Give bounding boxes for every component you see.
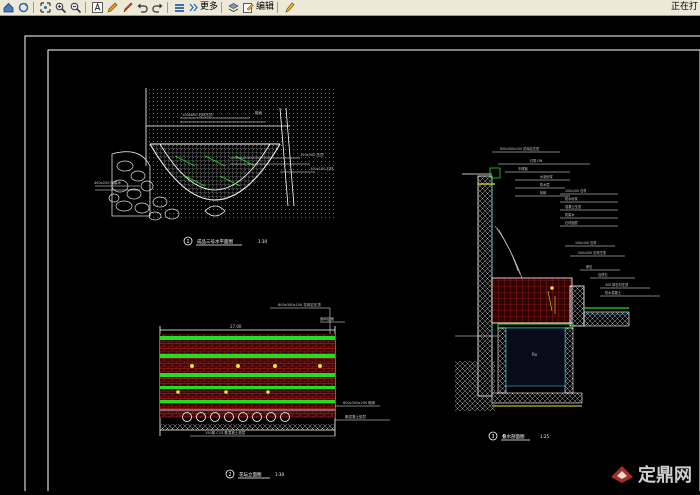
- svg-text:600x300x200 砌体: 600x300x200 砌体: [343, 400, 376, 405]
- watermark-logo-icon: [611, 466, 633, 483]
- undo-icon[interactable]: [136, 1, 149, 14]
- svg-text:600x300x100 花岗岩压顶: 600x300x100 花岗岩压顶: [500, 146, 540, 151]
- svg-text:混凝土压顶: 混凝土压顶: [565, 204, 582, 209]
- svg-text:防水砂浆: 防水砂浆: [565, 196, 579, 201]
- zoom-out-icon[interactable]: [69, 1, 82, 14]
- text-icon[interactable]: [91, 1, 104, 14]
- svg-text:600x300x100 花岗岩压顶: 600x300x100 花岗岩压顶: [278, 302, 321, 307]
- drawing-canvas[interactable]: 100x600 石材压顶 粗面 150x300 压顶 100x100 石材 40…: [0, 16, 700, 495]
- layers-icon[interactable]: [227, 1, 240, 14]
- svg-text:粗面: 粗面: [255, 110, 263, 115]
- toolbar-separator: [277, 2, 279, 13]
- detail-2-elevation: 27.00 600x300x100 花岗岩压顶 面砖贴面 600x300x200…: [159, 302, 390, 479]
- toolbar: 更多 编辑 正在打: [0, 0, 700, 16]
- detail-3-section: Ro 600x300x100 花岗岩压顶 灯带 DN 不锈钢 水泥砂浆 防水层 …: [455, 146, 660, 441]
- svg-text:石材面层: 石材面层: [565, 220, 578, 225]
- home-icon[interactable]: [2, 1, 15, 14]
- svg-text:500x200 石材压顶: 500x200 石材压顶: [578, 250, 607, 255]
- watermark: 定鼎网: [609, 461, 692, 487]
- detail-2-number: 2: [228, 472, 231, 478]
- detail-3-title: 叠水剖面图: [502, 433, 525, 440]
- svg-text:水泥砂浆: 水泥砂浆: [540, 174, 554, 179]
- svg-text:防水混凝土: 防水混凝土: [605, 290, 622, 295]
- toolbar-separator: [167, 2, 168, 13]
- sheet-border-outer: [24, 35, 700, 495]
- more-button-label[interactable]: 更多: [200, 1, 218, 14]
- svg-text:150x300 压顶: 150x300 压顶: [300, 153, 324, 157]
- cad-drawing: 100x600 石材压顶 粗面 150x300 压顶 100x100 石材 40…: [24, 35, 700, 495]
- svg-text:400x200 防腐木: 400x200 防腐木: [94, 180, 122, 185]
- watermark-text: 定鼎网: [638, 465, 692, 486]
- svg-text:Ro: Ro: [532, 352, 538, 357]
- svg-text:灯带 DN: 灯带 DN: [530, 158, 543, 163]
- svg-text:100x100 石材: 100x100 石材: [310, 166, 334, 171]
- svg-text:100x600 石材压顶: 100x600 石材压顶: [182, 112, 213, 117]
- edit-button-label[interactable]: 编辑: [256, 1, 274, 14]
- svg-text:防腐木: 防腐木: [565, 212, 575, 217]
- detail-2-title: 花坛立面图: [239, 471, 262, 478]
- svg-text:100x100 石材: 100x100 石材: [565, 188, 587, 193]
- more-icon[interactable]: [188, 1, 199, 14]
- svg-text:防水层: 防水层: [540, 182, 550, 187]
- detail-1-scale: 1:30: [258, 239, 267, 244]
- edit-icon[interactable]: [242, 1, 255, 14]
- toolbar-separator: [85, 2, 86, 13]
- svg-text:面砖贴面: 面砖贴面: [320, 316, 334, 321]
- svg-text:100x100 石材: 100x100 石材: [575, 240, 597, 245]
- zoom-in-icon[interactable]: [54, 1, 67, 14]
- toolbar-separator: [221, 2, 223, 13]
- detail-3-number: 3: [491, 434, 494, 440]
- svg-text:400 厚石材压顶: 400 厚石材压顶: [605, 282, 629, 287]
- refresh-icon[interactable]: [17, 1, 30, 14]
- svg-text:素混凝土垫层: 素混凝土垫层: [345, 414, 366, 419]
- zoom-fit-icon[interactable]: [39, 1, 52, 14]
- svg-text:不锈钢: 不锈钢: [518, 166, 528, 171]
- brush-icon[interactable]: [121, 1, 134, 14]
- toolbar-separator: [33, 2, 34, 13]
- detail-1-number: 1: [186, 239, 189, 245]
- svg-text:27.00: 27.00: [230, 324, 242, 329]
- stack-icon[interactable]: [173, 1, 186, 14]
- detail-3-scale: 1:25: [540, 434, 549, 439]
- detail-1-title: 成品三号水平面图: [197, 238, 233, 245]
- markup-icon[interactable]: [283, 1, 296, 14]
- svg-text:自然石: 自然石: [598, 272, 608, 277]
- svg-text:卵石: 卵石: [586, 264, 592, 269]
- svg-text:150厚 C15 素混凝土垫层: 150厚 C15 素混凝土垫层: [205, 430, 246, 435]
- detail-2-scale: 1:30: [275, 472, 284, 477]
- detail-1-plan: 100x600 石材压顶 粗面 150x300 压顶 100x100 石材 40…: [94, 88, 336, 246]
- pen-icon[interactable]: [106, 1, 119, 14]
- redo-icon[interactable]: [151, 1, 164, 14]
- svg-text:砖砌: 砖砌: [540, 190, 546, 195]
- status-text: 正在打: [670, 2, 698, 12]
